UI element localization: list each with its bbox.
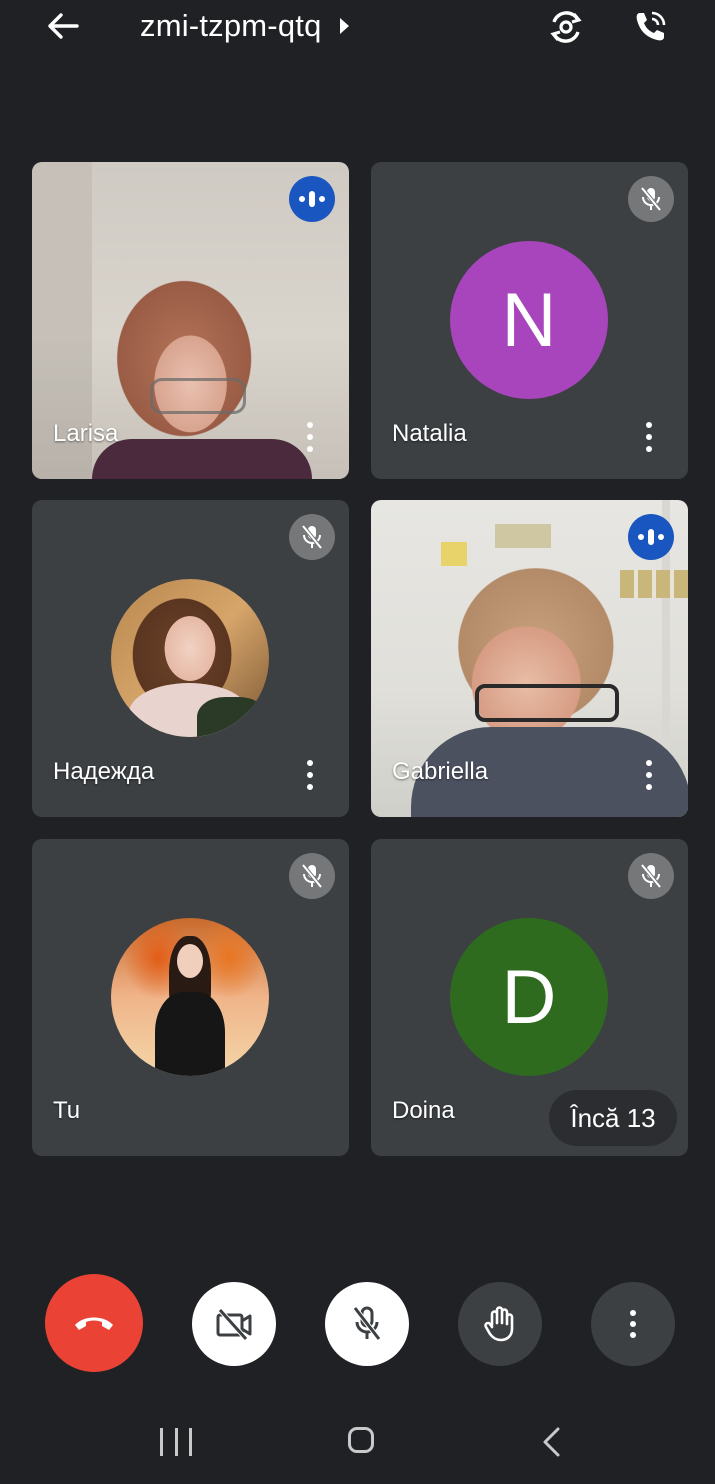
participant-tile-self[interactable]: Tu <box>32 839 349 1156</box>
more-participants-button[interactable]: Încă 13 <box>549 1090 677 1146</box>
more-vert-icon[interactable] <box>303 420 317 454</box>
audio-output-button[interactable] <box>628 6 672 48</box>
video-feed-detail <box>495 524 551 548</box>
switch-camera-button[interactable] <box>544 6 588 48</box>
camera-toggle-button[interactable] <box>192 1282 276 1366</box>
switch-camera-icon <box>550 11 582 43</box>
back-button[interactable] <box>40 6 86 46</box>
participant-tile-larisa[interactable]: Larisa <box>32 162 349 479</box>
more-vert-icon[interactable] <box>303 758 317 792</box>
video-feed-detail <box>150 378 246 414</box>
more-vert-icon <box>630 1310 636 1338</box>
video-feed-detail <box>620 570 688 598</box>
camera-off-icon <box>216 1308 252 1341</box>
more-options-button[interactable] <box>591 1282 675 1366</box>
system-nav-bar <box>0 1400 715 1484</box>
avatar: D <box>450 918 608 1076</box>
call-controls <box>0 1270 715 1380</box>
video-feed-detail <box>441 542 467 566</box>
participant-name: Gabriella <box>392 758 489 785</box>
mic-off-icon <box>289 853 335 899</box>
back-arrow-icon <box>48 13 79 39</box>
video-feed-detail <box>475 684 619 722</box>
raise-hand-button[interactable] <box>458 1282 542 1366</box>
avatar: N <box>450 241 608 399</box>
avatar <box>111 918 269 1076</box>
mic-off-icon <box>353 1306 381 1341</box>
end-call-button[interactable] <box>45 1274 143 1372</box>
mic-toggle-button[interactable] <box>325 1282 409 1366</box>
meeting-info-button[interactable]: zmi-tzpm-qtq <box>140 8 349 44</box>
back-icon[interactable] <box>540 1426 564 1458</box>
more-vert-icon[interactable] <box>642 758 656 792</box>
phone-audio-icon <box>636 11 666 41</box>
participant-tile-gabriella[interactable]: Gabriella <box>371 500 688 817</box>
participant-name: Natalia <box>392 420 467 447</box>
speaking-indicator-icon <box>628 514 674 560</box>
mic-off-icon <box>628 176 674 222</box>
participant-name: Надежда <box>53 758 155 785</box>
top-bar: zmi-tzpm-qtq <box>0 0 715 60</box>
end-call-icon <box>75 1317 113 1330</box>
participant-name: Tu <box>53 1097 81 1124</box>
avatar <box>111 579 269 737</box>
speaking-indicator-icon <box>289 176 335 222</box>
recents-icon[interactable] <box>160 1428 192 1456</box>
video-feed-detail <box>92 439 312 479</box>
caret-right-icon <box>339 18 349 34</box>
participant-name: Doina <box>392 1097 455 1124</box>
participant-tile-natalia[interactable]: N Natalia <box>371 162 688 479</box>
participant-tile-nadezhda[interactable]: Надежда <box>32 500 349 817</box>
home-icon[interactable] <box>348 1427 374 1453</box>
meeting-code: zmi-tzpm-qtq <box>140 8 322 43</box>
mic-off-icon <box>628 853 674 899</box>
participant-name: Larisa <box>53 420 119 447</box>
more-vert-icon[interactable] <box>642 420 656 454</box>
mic-off-icon <box>289 514 335 560</box>
raise-hand-icon <box>484 1306 514 1342</box>
